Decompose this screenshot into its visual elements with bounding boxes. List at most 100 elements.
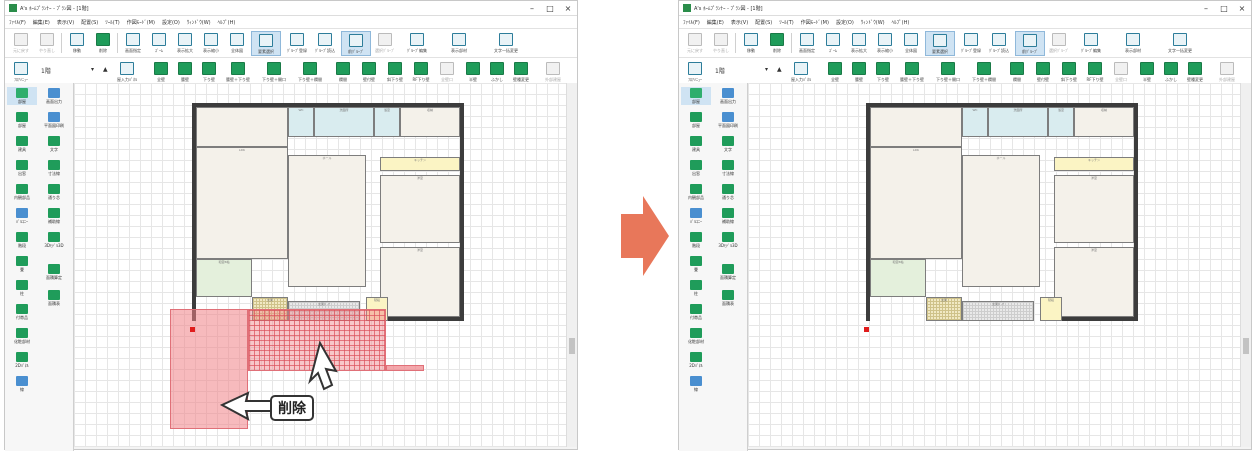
zoom-out-button[interactable]: 表示縮小 [871,31,899,54]
tool-trim[interactable]: 化粧部材 [681,327,711,345]
zoom-out-button[interactable]: 表示縮小 [197,31,225,54]
tool-balcony[interactable]: ﾊﾞﾙｺﾆｰ [7,207,37,225]
wall-drop-opening-button[interactable]: 下り壁＋開口 [257,60,291,83]
floor-menu-button[interactable]: ﾌﾛｱﾒﾆｭｰ [681,60,709,83]
group-edit-button[interactable]: ｸﾞﾙｰﾌﾟ編集 [403,31,431,54]
selected-line-highlight[interactable] [386,365,424,371]
menu-window[interactable]: ｳｨﾝﾄﾞｳ(W) [861,19,885,26]
tool-3d-model[interactable]: 3Dﾓﾃﾞﾙ3D [39,231,69,249]
tool-dimension[interactable]: 寸法線 [39,159,69,177]
tool-2d-panel[interactable]: 2Dﾊﾟﾈﾙ [681,351,711,369]
menu-view[interactable]: 表示(V) [57,19,74,26]
wall-full-opening-button[interactable]: 全壁口 [433,60,461,83]
menu-file[interactable]: ﾌｧｲﾙ(F) [9,19,26,26]
zoom-button[interactable]: ｽﾞｰﾑ [819,31,847,54]
tool-3d-model[interactable]: 3Dﾓﾃﾞﾙ3D [713,231,743,249]
floor-down-icon[interactable]: ▾ [91,66,94,73]
tool-pillar[interactable]: 柱 [681,279,711,297]
tool-bay-window[interactable]: 出窓 [681,159,711,177]
menu-help[interactable]: ﾍﾙﾌﾟ(H) [218,19,236,26]
select-element-button[interactable]: 要素選択 [925,31,955,56]
tool-grid-line[interactable]: 通り芯 [713,183,743,201]
tool-2d-panel[interactable]: 2Dﾊﾟﾈﾙ [7,351,37,369]
menu-place[interactable]: 配置(S) [755,19,772,26]
wall-transom-button[interactable]: 欄間 [1003,60,1031,83]
tool-aux-line[interactable]: 補助線 [713,207,743,225]
red-marker[interactable] [190,327,195,332]
text-bulk-change-button[interactable]: 文字一括変更 [483,31,529,54]
zoom-in-button[interactable]: 表示拡大 [171,31,199,54]
tool-trim[interactable]: 化粧部材 [7,327,37,345]
group-load-button[interactable]: ｸﾞﾙｰﾌﾟ読込 [311,31,339,54]
tool-room2[interactable]: 部屋 [7,111,37,129]
wall-slant-button[interactable]: 斜下り壁 [381,60,409,83]
wall-waist-drop-button[interactable]: 腰壁＋下り壁 [895,60,929,83]
tool-text[interactable]: 文字 [713,135,743,153]
wall-attached-button[interactable]: 壁付壁 [355,60,383,83]
wall-slant-button[interactable]: 斜下り壁 [1055,60,1083,83]
display-material-button[interactable]: 表示部材 [1119,31,1147,54]
wall-waist-drop-button[interactable]: 腰壁＋下り壁 [221,60,255,83]
wall-type-change-button[interactable]: 壁種変更 [1181,60,1209,83]
maximize-button[interactable]: □ [541,4,559,13]
tool-tatami[interactable]: 畳 [7,255,37,273]
external-building-button[interactable]: 外部建屋 [537,60,569,83]
red-marker[interactable] [864,327,869,332]
selected-group-button[interactable]: 選択ｸﾞﾙｰﾌﾟ [371,31,399,54]
close-button[interactable]: × [559,4,577,13]
group-register-button[interactable]: ｸﾞﾙｰﾌﾟ登録 [283,31,311,54]
tool-stairs[interactable]: 階段 [681,231,711,249]
text-bulk-change-button[interactable]: 文字一括変更 [1157,31,1203,54]
tool-screen-output[interactable]: 画面出力 [39,87,69,105]
tool-aux-line[interactable]: 補助線 [39,207,69,225]
minimize-button[interactable]: – [1197,4,1215,13]
floor-down-icon[interactable]: ▾ [765,66,768,73]
fit-all-button[interactable]: 全体図 [897,31,925,54]
minimize-button[interactable]: – [523,4,541,13]
tool-area-table[interactable]: 面積表 [39,289,69,307]
menu-tools[interactable]: ﾂｰﾙ(T) [779,19,793,26]
tool-area-calc[interactable]: 面積算定 [39,263,69,281]
tool-screen-output[interactable]: 画面出力 [713,87,743,105]
wall-type-change-button[interactable]: 壁種変更 [507,60,535,83]
delete-button[interactable]: 削除 [89,31,117,54]
tool-grid-line[interactable]: 通り芯 [39,183,69,201]
drawing-canvas[interactable]: WC 洗面所 浴室 収納 LDK ホール キッチン 洋室 洋室 和室6帖 玄関 … [74,83,568,447]
undo-button[interactable]: 元に戻す [7,31,35,54]
external-building-button[interactable]: 外部建屋 [1211,60,1243,83]
menu-edit[interactable]: 編集(E) [33,19,50,26]
tool-stairs[interactable]: 階段 [7,231,37,249]
tool-line[interactable]: 線 [681,375,711,393]
tool-fitting[interactable]: 建具 [7,135,37,153]
vertical-scrollbar[interactable] [1240,83,1251,447]
group-register-button[interactable]: ｸﾞﾙｰﾌﾟ登録 [957,31,985,54]
menu-place[interactable]: 配置(S) [81,19,98,26]
group-edit-button[interactable]: ｸﾞﾙｰﾌﾟ編集 [1077,31,1105,54]
move-button[interactable]: 移動 [63,31,91,54]
tool-dimension[interactable]: 寸法線 [713,159,743,177]
room-input-panel-button[interactable]: 屋入力ﾊﾟﾈﾙ [787,60,815,83]
menu-settings[interactable]: 設定(O) [162,19,180,26]
delete-button[interactable]: 削除 [763,31,791,54]
wall-rf-button[interactable]: RF下り壁 [407,60,435,83]
tool-balcony[interactable]: ﾊﾞﾙｺﾆｰ [681,207,711,225]
wall-full-opening-button[interactable]: 全壁口 [1107,60,1135,83]
prev-group-button[interactable]: 前ｸﾞﾙｰﾌﾟ [1015,31,1045,56]
area-select-button[interactable]: 画面指定 [119,31,147,54]
tool-interior-parts[interactable]: 内観部品 [681,183,711,201]
maximize-button[interactable]: □ [1215,4,1233,13]
close-button[interactable]: × [1233,4,1251,13]
wall-attached-button[interactable]: 壁付壁 [1029,60,1057,83]
menu-draw-mode[interactable]: 作図ﾓｰﾄﾞ(M) [127,19,155,26]
wall-rf-button[interactable]: RF下り壁 [1081,60,1109,83]
selected-group-button[interactable]: 選択ｸﾞﾙｰﾌﾟ [1045,31,1073,54]
tool-accessory[interactable]: 付帯品 [7,303,37,321]
floor-menu-button[interactable]: ﾌﾛｱﾒﾆｭｰ [7,60,35,83]
wall-drop-opening-button[interactable]: 下り壁＋開口 [931,60,965,83]
tool-plan-print[interactable]: 平面図印刷 [713,111,743,129]
tool-tatami[interactable]: 畳 [681,255,711,273]
area-select-button[interactable]: 画面指定 [793,31,821,54]
floor-select[interactable]: 1階 [715,66,725,75]
redo-button[interactable]: やり直し [33,31,61,54]
group-load-button[interactable]: ｸﾞﾙｰﾌﾟ読込 [985,31,1013,54]
